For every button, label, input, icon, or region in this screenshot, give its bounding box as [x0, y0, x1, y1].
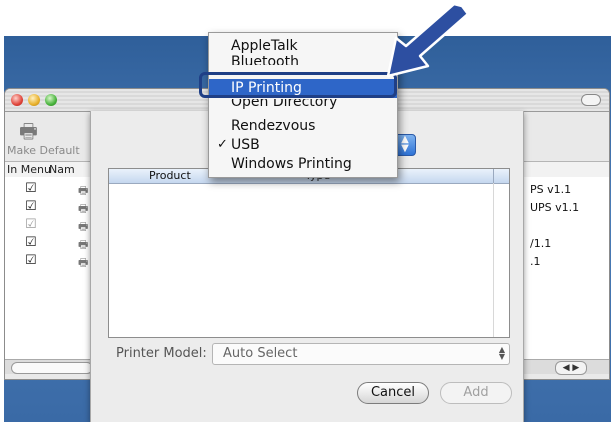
printer-model-label: Printer Model: [116, 346, 207, 361]
printer-kind: UPS v1.1 [530, 201, 580, 214]
callout-arrow-icon [386, 2, 470, 78]
checkmark-icon: ✓ [217, 137, 228, 152]
column-name[interactable]: Nam [49, 163, 75, 176]
scrollbar-track[interactable] [493, 183, 494, 337]
printer-kind: .1 [530, 255, 541, 268]
add-button[interactable]: Add [440, 382, 512, 404]
printer-icon: 🖶 [78, 184, 89, 197]
minimize-button[interactable] [28, 94, 40, 106]
printer-model-value: Auto Select [223, 346, 298, 361]
printer-icon: 🖶 [78, 220, 89, 233]
printer-kind: PS v1.1 [530, 183, 572, 196]
in-menu-checkbox[interactable]: ☑ [25, 181, 37, 196]
scroll-arrows-icon[interactable]: ◀ ▶ [555, 361, 587, 375]
menu-item-label: Bluetooth [231, 54, 299, 65]
in-menu-checkbox[interactable]: ☑ [25, 253, 37, 268]
menu-item-label: Rendezvous [231, 118, 316, 134]
in-menu-checkbox[interactable]: ☑ [25, 217, 37, 232]
menu-item-label: Windows Printing [231, 156, 352, 172]
in-menu-checkbox[interactable]: ☑ [25, 235, 37, 250]
printer-kind: /1.1 [530, 237, 552, 250]
menu-item-label: AppleTalk [231, 38, 298, 54]
column-in-menu[interactable]: In Menu [7, 163, 51, 176]
highlight-outline [199, 72, 397, 98]
zoom-button[interactable] [45, 94, 57, 106]
scrollbar-thumb[interactable] [11, 362, 93, 374]
printer-icon: 🖶 [78, 238, 89, 251]
available-printers-list[interactable]: Product Type [108, 168, 510, 338]
select-arrows-icon: ▲ ▼ [498, 345, 505, 361]
close-button[interactable] [11, 94, 23, 106]
menu-item-open-directory[interactable]: Open Directory [209, 99, 397, 112]
printer-icon: 🖶 [78, 256, 89, 269]
menu-item-windows-printing[interactable]: Windows Printing [209, 155, 397, 174]
column-divider [493, 169, 494, 183]
in-menu-checkbox[interactable]: ☑ [25, 199, 37, 214]
make-default-button-label[interactable]: Make Default [7, 144, 80, 157]
toolbar-toggle-button[interactable] [581, 94, 601, 106]
connection-type-menu: AppleTalk Bluetooth IP Printing Open Dir… [208, 32, 398, 178]
printer-model-select[interactable]: Auto Select ▲ ▼ [212, 343, 510, 365]
column-product[interactable]: Product [149, 169, 191, 182]
menu-item-label: USB [231, 137, 260, 153]
menu-item-usb[interactable]: ✓ USB [209, 136, 397, 155]
printer-icon: 🖶 [78, 202, 89, 215]
cancel-button[interactable]: Cancel [357, 382, 429, 404]
menu-item-bluetooth[interactable]: Bluetooth [209, 53, 397, 65]
menu-item-label: Open Directory [231, 99, 338, 110]
menu-item-rendezvous[interactable]: Rendezvous [209, 117, 397, 136]
